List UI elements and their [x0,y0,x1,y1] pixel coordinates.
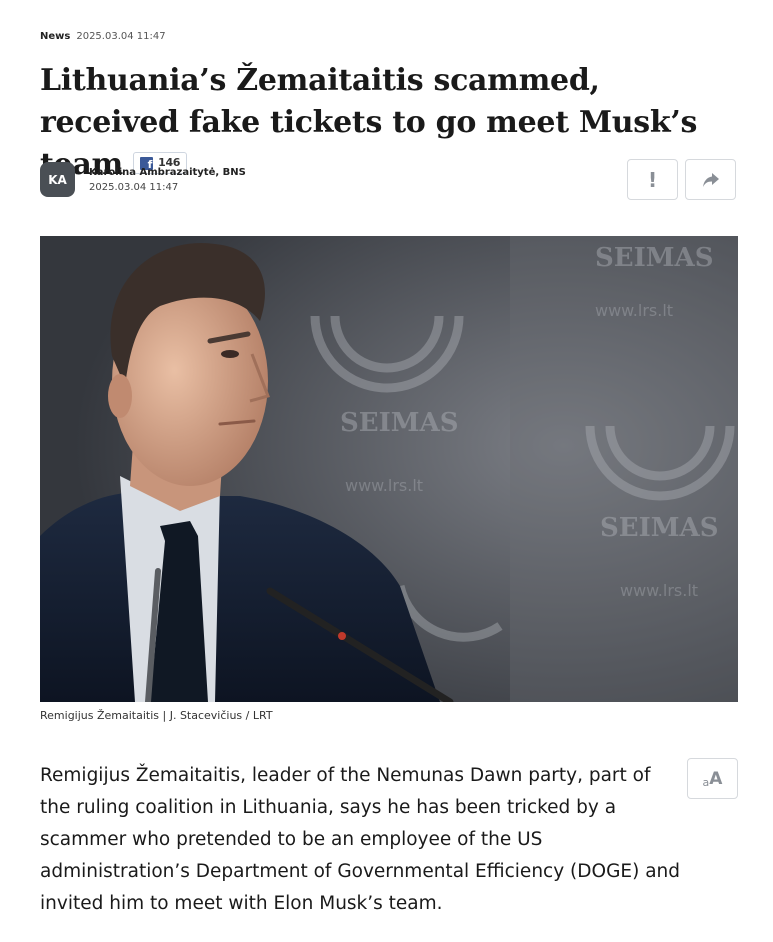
exclamation-icon: ! [647,167,658,192]
backdrop-seimas-2: SEIMAS [600,513,719,543]
share-button[interactable] [685,159,736,200]
report-button[interactable]: ! [627,159,678,200]
backdrop-seimas-3: SEIMAS [595,243,714,273]
author-name[interactable]: Karolina Ambrazaitytė, BNS [89,167,246,178]
avatar[interactable]: KA [40,162,75,197]
font-size-big-label: A [709,769,723,789]
author-block: KA Karolina Ambrazaitytė, BNS 2025.03.04… [40,162,246,197]
article-meta: News 2025.03.04 11:47 [40,31,166,42]
font-size-button[interactable]: aA [687,758,738,799]
backdrop-url-2: www.lrs.lt [345,476,423,495]
photo-illustration: SEIMAS SEIMAS SEIMAS www.lrs.lt www.lrs.… [40,236,738,702]
author-date: 2025.03.04 11:47 [89,181,179,193]
font-size-small-label: a [702,776,710,789]
article-lead: Remigijus Žemaitaitis, leader of the Nem… [40,765,680,914]
photo-caption: Remigijus Žemaitaitis | J. Stacevičius /… [40,709,273,722]
category-label[interactable]: News [40,31,70,42]
share-arrow-icon [702,172,719,187]
backdrop-seimas-1: SEIMAS [340,408,459,438]
backdrop-url-3: www.lrs.lt [620,581,698,600]
article-photo[interactable]: SEIMAS SEIMAS SEIMAS www.lrs.lt www.lrs.… [40,236,738,702]
backdrop-url-1: www.lrs.lt [595,301,673,320]
publish-date: 2025.03.04 11:47 [76,31,166,42]
